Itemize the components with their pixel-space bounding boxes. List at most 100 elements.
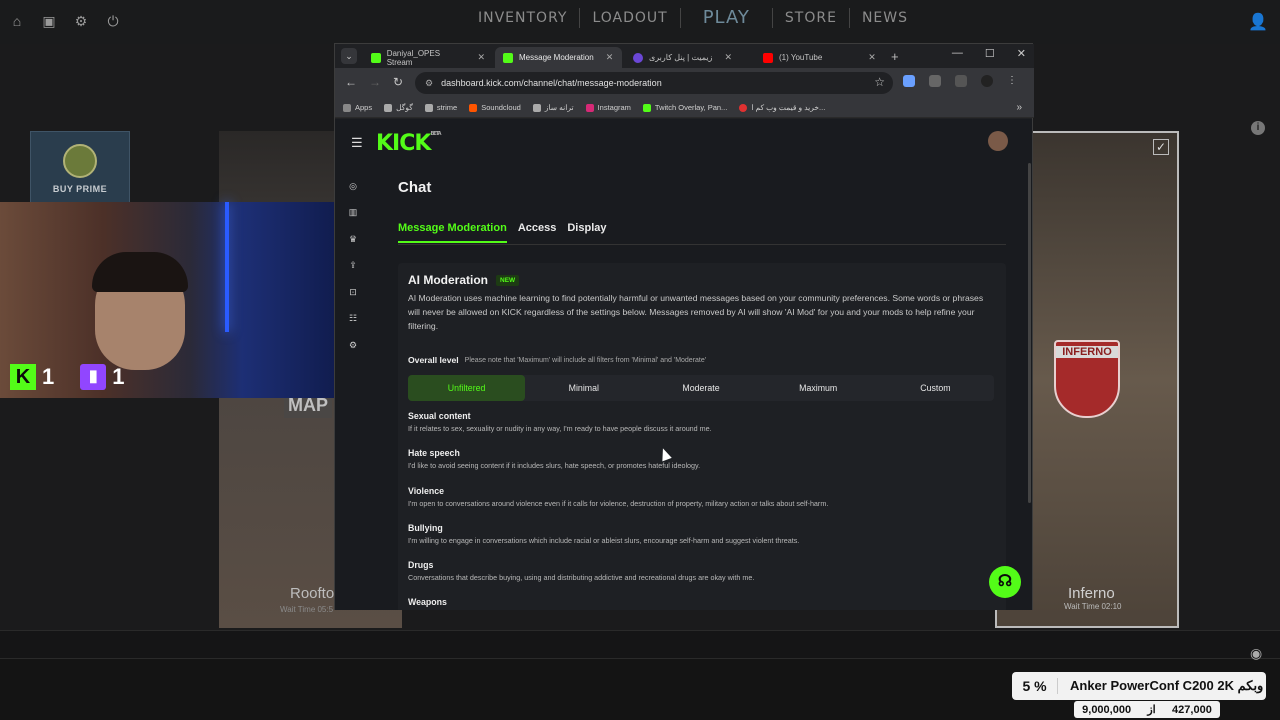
profile-avatar-icon[interactable] xyxy=(981,75,993,87)
level-unfiltered[interactable]: Unfiltered xyxy=(408,375,526,401)
settings-icon[interactable]: ⚙ xyxy=(348,340,358,350)
info-icon[interactable]: i xyxy=(1251,121,1265,135)
back-icon[interactable]: ← xyxy=(345,75,357,89)
apps-grid-icon xyxy=(343,103,351,112)
power-icon[interactable]: ⏻ xyxy=(104,12,122,30)
category-description: If it relates to sex, sexuality or nudit… xyxy=(408,424,712,433)
kick-logo-text: KICK xyxy=(376,131,431,156)
category-list: Sexual content If it relates to sex, sex… xyxy=(408,411,996,610)
category-weapons: Weapons xyxy=(408,597,996,610)
category-title: Bullying xyxy=(408,522,443,533)
category-violence: Violence I'm open to conversations aroun… xyxy=(408,486,996,523)
level-moderate[interactable]: Moderate xyxy=(642,375,759,401)
beta-tag: BETA xyxy=(430,131,441,137)
community-icon[interactable]: ☷ xyxy=(348,313,358,323)
minimize-icon[interactable]: — xyxy=(952,47,963,60)
ai-moderation-header: AI Moderation NEW xyxy=(408,273,996,287)
shop-icon xyxy=(739,103,748,112)
tab-label: زیمیت | پنل کاربری xyxy=(649,53,713,62)
maximize-icon[interactable]: ☐ xyxy=(985,47,995,60)
close-window-icon[interactable]: ✕ xyxy=(1017,47,1026,60)
inferno-wait-time: Wait Time 02:10 xyxy=(1064,602,1122,611)
level-maximum[interactable]: Maximum xyxy=(760,375,877,401)
more-bookmarks-icon[interactable]: » xyxy=(1016,102,1022,113)
broadcast-icon[interactable]: ◉ xyxy=(1250,645,1262,662)
profile-icon[interactable]: 👤 xyxy=(1248,12,1268,32)
bookmark-star-icon[interactable]: ☆ xyxy=(874,75,885,89)
gear-icon[interactable]: ⚙ xyxy=(72,12,90,30)
upload-icon[interactable]: ⇪ xyxy=(348,260,358,270)
new-tab-icon[interactable]: + xyxy=(891,49,899,64)
tab-youtube[interactable]: (1) YouTube ✕ xyxy=(755,47,885,68)
ad-price: 9,000,000 xyxy=(1082,703,1132,716)
category-sexual-content: Sexual content If it relates to sex, sex… xyxy=(408,411,996,448)
game-top-bar: ⌂ ▣ ⚙ ⏻ INVENTORY LOADOUT PLAY STORE NEW… xyxy=(0,0,1280,44)
bookmark-apps[interactable]: Apps xyxy=(343,103,372,112)
tab-label: Daniyal_OPES Stream xyxy=(386,48,441,67)
tab-display[interactable]: Display xyxy=(567,222,606,243)
twitch-viewer-count: 1 xyxy=(112,364,125,389)
nav-news[interactable]: NEWS xyxy=(850,8,920,28)
nav-loadout[interactable]: LOADOUT xyxy=(580,8,681,28)
moderation-icon[interactable]: ⊡ xyxy=(348,287,358,297)
bookmark-taraneh-saz[interactable]: ترانه ساز xyxy=(532,103,574,112)
chat-tabs: Message Moderation Access Display xyxy=(398,222,607,243)
user-avatar[interactable] xyxy=(988,131,1008,151)
ad-product-name: Anker PowerConf C200 2K وبکم xyxy=(1070,678,1264,693)
tab-zimit[interactable]: زیمیت | پنل کاربری ✕ xyxy=(625,47,753,68)
category-bullying: Bullying I'm willing to engage in conver… xyxy=(408,523,996,560)
analytics-icon[interactable]: ▥ xyxy=(348,207,358,217)
bookmark-twitch-overlay[interactable]: Twitch Overlay, Pan... xyxy=(642,103,728,112)
nav-store[interactable]: STORE xyxy=(773,8,850,28)
close-icon[interactable]: ✕ xyxy=(477,52,485,63)
tab-bar: ⌄ Daniyal_OPES Stream ✕ Message Moderati… xyxy=(335,44,1034,68)
bookmark-instagram[interactable]: Instagram xyxy=(585,103,631,112)
overall-level-title: Overall level xyxy=(408,355,459,365)
kick-dashboard: ☰ KICKBETA ◎ ▥ ♛ ⇪ ⊡ ☷ ⚙ Chat Message Mo… xyxy=(335,119,1032,610)
inventory-box-icon[interactable]: ▣ xyxy=(40,12,58,30)
level-selector: Unfiltered Minimal Moderate Maximum Cust… xyxy=(408,375,994,401)
media-icon[interactable] xyxy=(955,75,967,87)
menu-dots-icon[interactable]: ⋮ xyxy=(1007,75,1019,87)
level-custom[interactable]: Custom xyxy=(877,375,994,401)
kick-logo[interactable]: KICKBETA xyxy=(376,131,442,156)
bookmark-label: Twitch Overlay, Pan... xyxy=(654,103,728,112)
tab-access[interactable]: Access xyxy=(518,222,557,243)
buy-prime-button[interactable]: BUY PRIME xyxy=(30,131,130,203)
page-scrollbar[interactable] xyxy=(1028,163,1031,503)
bookmark-soundcloud[interactable]: Soundcloud xyxy=(469,103,521,112)
puzzle-icon[interactable] xyxy=(929,75,941,87)
kick-viewer-count: 1 xyxy=(42,364,55,389)
level-minimal[interactable]: Minimal xyxy=(525,375,642,401)
dashboard-side-rail: ◎ ▥ ♛ ⇪ ⊡ ☷ ⚙ xyxy=(335,163,371,610)
nav-play[interactable]: PLAY xyxy=(681,8,773,28)
category-title: Violence xyxy=(408,485,445,496)
tab-search-icon[interactable]: ⌄ xyxy=(341,48,357,64)
bookmark-label: Apps xyxy=(355,103,373,112)
kick-favicon-icon xyxy=(503,52,513,63)
close-icon[interactable]: ✕ xyxy=(606,52,614,63)
extension-icon[interactable] xyxy=(903,75,915,87)
close-icon[interactable]: ✕ xyxy=(724,52,732,63)
tab-message-moderation[interactable]: Message Moderation ✕ xyxy=(495,47,622,68)
support-chat-icon[interactable]: ☊ xyxy=(989,566,1021,598)
ai-moderation-description: AI Moderation uses machine learning to f… xyxy=(408,293,984,331)
broadcast-icon[interactable]: ◎ xyxy=(348,181,358,191)
nav-inventory[interactable]: INVENTORY xyxy=(466,8,581,28)
tab-daniyal-stream[interactable]: Daniyal_OPES Stream ✕ xyxy=(363,47,493,68)
close-icon[interactable]: ✕ xyxy=(868,52,876,63)
trophy-icon[interactable]: ♛ xyxy=(348,234,358,244)
home-icon[interactable]: ⌂ xyxy=(8,12,26,30)
address-bar[interactable]: ⚙ dashboard.kick.com/channel/chat/messag… xyxy=(415,72,893,94)
reload-icon[interactable]: ↻ xyxy=(393,75,403,89)
inferno-checkbox[interactable]: ✓ xyxy=(1153,139,1169,155)
tab-message-moderation[interactable]: Message Moderation xyxy=(398,222,507,243)
bookmark-strime[interactable]: strime xyxy=(424,103,457,112)
site-info-icon[interactable]: ⚙ xyxy=(425,78,433,89)
game-left-icons: ⌂ ▣ ⚙ ⏻ xyxy=(8,12,122,30)
hamburger-menu-icon[interactable]: ☰ xyxy=(351,135,363,151)
forward-icon[interactable]: → xyxy=(369,75,381,89)
bookmark-webcam-shop[interactable]: خرید و قیمت وب کم ا... xyxy=(739,103,825,112)
kick-logo-icon: K xyxy=(10,364,36,390)
bookmark-google[interactable]: گوگل xyxy=(384,103,413,112)
